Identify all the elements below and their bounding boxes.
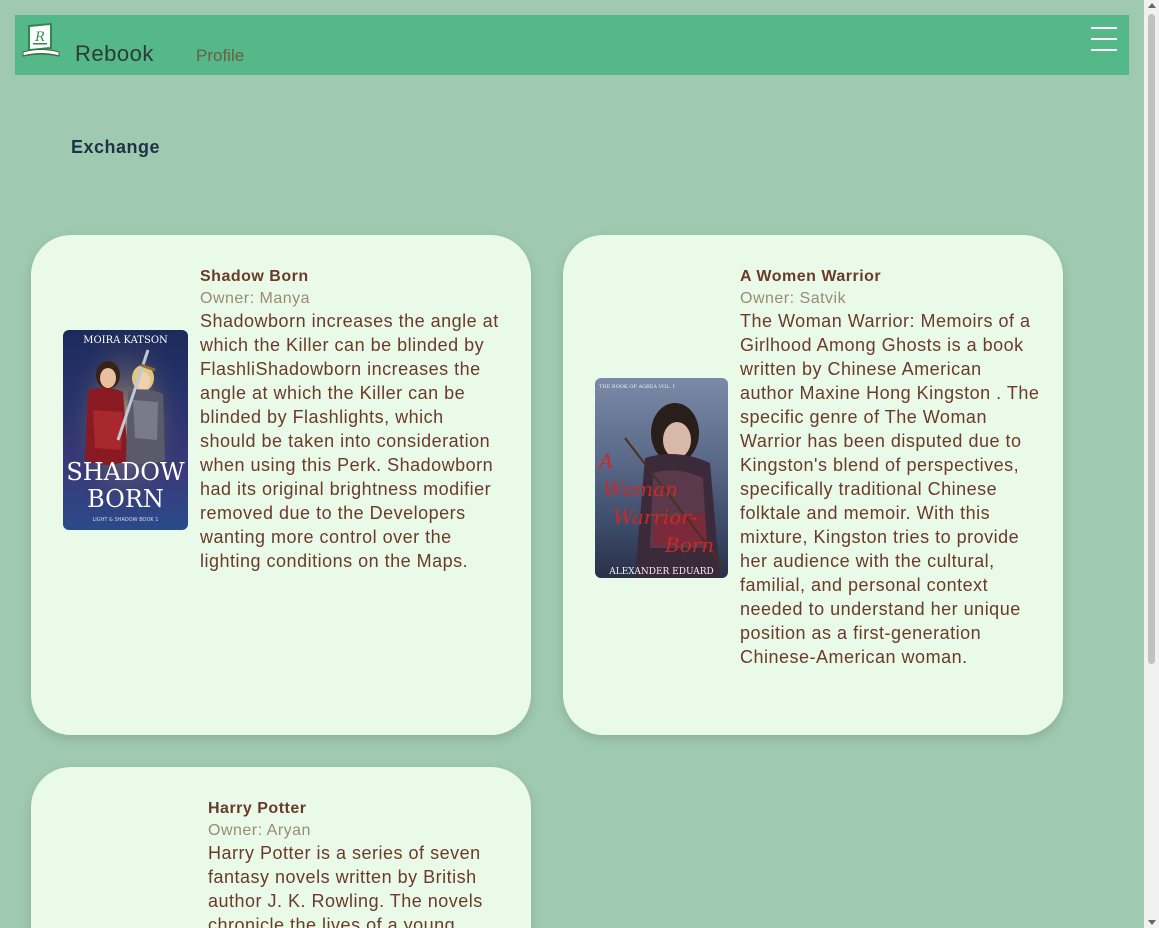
- book-title: Shadow Born: [200, 268, 309, 285]
- scroll-up-icon[interactable]: [1148, 3, 1156, 8]
- book-description: Harry Potter is a series of seven fantas…: [208, 843, 483, 928]
- book-title: Harry Potter: [208, 800, 307, 817]
- book-owner: Owner: Satvik: [740, 290, 846, 308]
- scroll-down-icon[interactable]: [1148, 920, 1156, 925]
- owner-label: Owner:: [208, 822, 267, 839]
- cover-series: LIGHT & SHADOW BOOK 1: [93, 517, 159, 523]
- logo-letter: R: [34, 30, 45, 45]
- owner-name: Aryan: [266, 822, 311, 839]
- cover-title-line4: Born: [664, 533, 714, 557]
- book-cover-image[interactable]: MOIRA KATSON SHADOW BORN LIGHT & SHADOW …: [63, 330, 188, 530]
- nav-link-profile[interactable]: Profile: [196, 46, 244, 66]
- book-description: The Woman Warrior: Memoirs of a Girlhood…: [740, 311, 1040, 667]
- page: R Rebook Profile Exchange MOIRA KATSON S…: [0, 0, 1159, 928]
- book-card[interactable]: MOIRA KATSON SHADOW BORN LIGHT & SHADOW …: [31, 235, 531, 735]
- cover-title-line1: A: [597, 449, 613, 473]
- book-title: A Women Warrior: [740, 268, 882, 285]
- cover-title-line2: BORN: [87, 485, 164, 513]
- book-description: Shadowborn increases the angle at which …: [200, 311, 499, 571]
- owner-label: Owner:: [200, 290, 260, 307]
- book-card[interactable]: THE BOOK OF AGREA VOL. I A Woman Warrior…: [563, 235, 1063, 735]
- owner-name: Manya: [259, 290, 311, 307]
- brand-name[interactable]: Rebook: [75, 41, 154, 67]
- navbar: R Rebook Profile: [15, 15, 1129, 75]
- book-card[interactable]: Harry Potter Owner: Aryan Harry Potter i…: [31, 767, 531, 928]
- book-cover-image[interactable]: THE BOOK OF AGREA VOL. I A Woman Warrior…: [595, 378, 728, 578]
- hamburger-icon[interactable]: [1091, 27, 1117, 51]
- cover-author: ALEXANDER EDUARD: [608, 567, 714, 577]
- cover-title-line3: Warrior-: [613, 505, 698, 529]
- book-owner: Owner: Aryan: [208, 822, 311, 840]
- owner-name: Satvik: [799, 290, 847, 307]
- cover-author: MOIRA KATSON: [83, 335, 168, 346]
- book-owner: Owner: Manya: [200, 290, 310, 308]
- page-scrollbar[interactable]: [1144, 0, 1159, 928]
- rebook-logo-icon[interactable]: R: [20, 19, 62, 61]
- cover-title-line2: Woman: [603, 477, 678, 501]
- section-title: Exchange: [71, 137, 161, 157]
- scrollbar-thumb[interactable]: [1148, 14, 1155, 664]
- owner-label: Owner:: [740, 290, 800, 307]
- cover-title-line1: SHADOW: [66, 458, 185, 486]
- cover-series: THE BOOK OF AGREA VOL. I: [599, 384, 675, 390]
